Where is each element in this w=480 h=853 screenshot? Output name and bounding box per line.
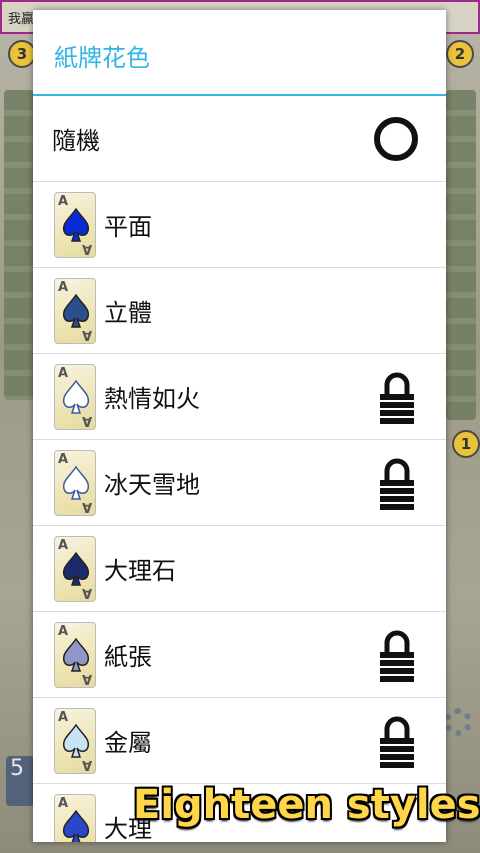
card-corner-label: A xyxy=(81,756,92,772)
card-preview-icon: AA xyxy=(54,363,96,430)
pile-count-badge: 2 xyxy=(446,40,474,68)
dialog-title: 紙牌花色 xyxy=(33,10,446,96)
option-random[interactable]: 隨機 xyxy=(33,96,446,182)
card-preview-icon: AA xyxy=(54,449,96,516)
card-corner-label: A xyxy=(81,326,92,342)
card-preview-icon: AA xyxy=(54,277,96,344)
lock-icon xyxy=(378,456,416,514)
card-corner-label: A xyxy=(81,240,92,256)
option-label: 大理石 xyxy=(104,557,176,585)
option-label: 隨機 xyxy=(52,127,100,155)
option-card-style[interactable]: A A 金屬 xyxy=(33,698,446,784)
gear-icon xyxy=(444,708,472,736)
pile-count-badge: 1 xyxy=(452,430,480,458)
card-corner-label: A xyxy=(81,498,92,514)
option-card-style[interactable]: A A 紙張 xyxy=(33,612,446,698)
spade-icon xyxy=(62,551,90,586)
card-preview-icon: AA xyxy=(54,707,96,774)
spade-icon xyxy=(62,379,90,414)
tableau-column xyxy=(446,90,476,420)
card-preview-icon: AA xyxy=(54,191,96,258)
option-label: 平面 xyxy=(104,213,152,241)
lock-icon xyxy=(378,714,416,772)
lock-icon xyxy=(378,370,416,428)
option-label: 立體 xyxy=(104,299,152,327)
card-style-dialog: 紙牌花色 隨機 A A 平面 A A 立體 A A 熱情如火 A A 冰天雪地 A A 大理石 A A 紙張 A A 金… xyxy=(33,10,446,842)
card-corner-label: A xyxy=(81,584,92,600)
option-card-style[interactable]: A A 立體 xyxy=(33,268,446,354)
option-card-style[interactable]: A A 熱情如火 xyxy=(33,354,446,440)
tableau-column xyxy=(4,90,34,400)
spade-icon xyxy=(62,637,90,672)
stock-card: 5 xyxy=(6,756,34,806)
card-preview-icon: AA xyxy=(54,535,96,602)
pile-count-badge: 3 xyxy=(8,40,36,68)
option-card-style[interactable]: A A 大理石 xyxy=(33,526,446,612)
card-corner-label: A xyxy=(81,412,92,428)
card-corner-label: A xyxy=(81,670,92,686)
option-card-style[interactable]: A A 冰天雪地 xyxy=(33,440,446,526)
option-label: 金屬 xyxy=(104,729,152,757)
spade-icon xyxy=(62,293,90,328)
option-card-style[interactable]: A A 平面 xyxy=(33,182,446,268)
spade-icon xyxy=(62,809,90,842)
promo-banner-text: Eighteen styles xyxy=(133,782,480,828)
card-preview-icon: AA xyxy=(54,621,96,688)
spade-icon xyxy=(62,207,90,242)
radio-button[interactable] xyxy=(374,117,418,161)
spade-icon xyxy=(62,465,90,500)
option-label: 紙張 xyxy=(104,643,152,671)
card-preview-icon: AA xyxy=(54,793,96,842)
spade-icon xyxy=(62,723,90,758)
option-label: 冰天雪地 xyxy=(104,471,200,499)
lock-icon xyxy=(378,628,416,686)
option-label: 熱情如火 xyxy=(104,385,200,413)
